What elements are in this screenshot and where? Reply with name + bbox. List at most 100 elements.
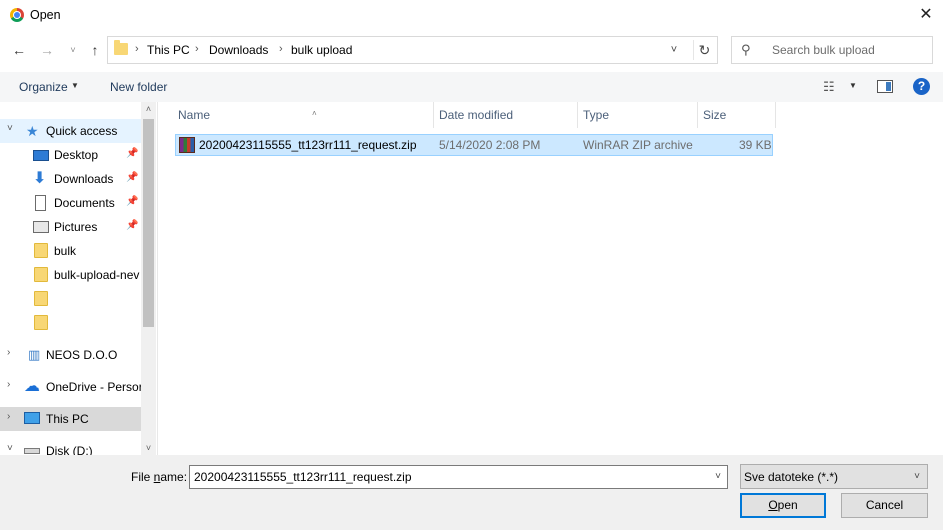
file-list[interactable]: ˄ Name Date modified Type Size 202004231… bbox=[158, 102, 943, 455]
file-name-value[interactable]: 20200423115555_tt123rr111_request.zip bbox=[194, 470, 412, 484]
breadcrumb-separator[interactable]: › bbox=[195, 43, 199, 55]
sidebar-item-folder[interactable] bbox=[0, 287, 141, 311]
new-folder-button[interactable]: New folder bbox=[110, 80, 167, 94]
file-size: 39 KB bbox=[739, 138, 772, 152]
breadcrumb-this-pc[interactable]: This PC bbox=[147, 43, 190, 57]
column-header-label: Type bbox=[583, 108, 610, 122]
dialog-footer: File name: 20200423115555_tt123rr111_req… bbox=[0, 455, 943, 530]
column-header-name[interactable]: ˄ Name bbox=[172, 102, 434, 128]
refresh-button[interactable]: ↻ bbox=[693, 40, 715, 60]
file-name-label: File name: bbox=[131, 470, 188, 484]
search-box[interactable]: ⚲ Search bulk upload bbox=[731, 36, 933, 64]
view-options-icon[interactable]: ☷ bbox=[823, 79, 835, 95]
sidebar-item-disk-d[interactable]: ˅ Disk (D:) bbox=[0, 439, 141, 455]
winrar-archive-icon bbox=[179, 137, 195, 153]
navigation-pane[interactable]: ˅ ★ Quick access Desktop 📌 ⬇ Downloads 📌… bbox=[0, 102, 156, 455]
table-row[interactable]: 20200423115555_tt123rr111_request.zip 5/… bbox=[175, 134, 773, 156]
scrollbar-thumb[interactable] bbox=[143, 119, 154, 327]
breadcrumb-downloads[interactable]: Downloads bbox=[209, 43, 268, 57]
column-header-date-modified[interactable]: Date modified bbox=[433, 102, 578, 128]
breadcrumb-separator[interactable]: › bbox=[279, 43, 283, 55]
file-date-modified: 5/14/2020 2:08 PM bbox=[439, 138, 541, 152]
sidebar-item-label: This PC bbox=[46, 412, 89, 426]
sidebar-item-pictures[interactable]: Pictures 📌 bbox=[0, 215, 141, 239]
sidebar-item-downloads[interactable]: ⬇ Downloads 📌 bbox=[0, 167, 141, 191]
scroll-down-icon[interactable]: ˅ bbox=[141, 441, 156, 455]
sidebar-item-folder[interactable] bbox=[0, 311, 141, 335]
sort-ascending-icon: ˄ bbox=[312, 109, 317, 118]
sidebar-item-onedrive[interactable]: › ☁ OneDrive - Persor bbox=[0, 375, 143, 399]
help-icon[interactable]: ? bbox=[913, 78, 930, 95]
documents-icon bbox=[35, 195, 46, 211]
breadcrumb-bulk-upload[interactable]: bulk upload bbox=[291, 43, 352, 57]
recent-locations-button[interactable]: ˅ bbox=[64, 40, 82, 60]
sidebar-item-label: Documents bbox=[54, 196, 115, 210]
file-type-value: Sve datoteke (*.*) bbox=[744, 470, 839, 484]
sidebar-item-label: Quick access bbox=[46, 124, 118, 138]
chevron-down-icon[interactable]: ˅ bbox=[709, 466, 727, 488]
folder-icon bbox=[34, 243, 48, 258]
search-input[interactable]: Search bulk upload bbox=[772, 43, 875, 57]
close-button[interactable]: ✕ bbox=[909, 0, 943, 30]
sidebar-item-label: NEOS D.O.O bbox=[46, 348, 118, 362]
sidebar-item-this-pc[interactable]: › This PC bbox=[0, 407, 141, 431]
chevron-right-icon[interactable]: › bbox=[7, 347, 10, 358]
up-button[interactable]: ↑ bbox=[86, 40, 104, 60]
chevron-down-icon[interactable]: ▼ bbox=[849, 81, 857, 90]
sidebar-item-label: Pictures bbox=[54, 220, 98, 234]
pictures-icon bbox=[33, 221, 49, 233]
disk-icon bbox=[24, 448, 40, 454]
window-title: Open bbox=[30, 8, 61, 22]
chevron-right-icon[interactable]: › bbox=[7, 379, 10, 390]
folder-icon bbox=[34, 291, 48, 306]
pin-icon: 📌 bbox=[126, 172, 139, 183]
folder-icon bbox=[34, 315, 48, 330]
preview-pane-icon[interactable] bbox=[877, 80, 893, 93]
scroll-up-icon[interactable]: ˄ bbox=[141, 102, 156, 116]
chevron-down-icon[interactable]: ˅ bbox=[7, 443, 13, 454]
address-bar[interactable]: › This PC › Downloads › bulk upload ˅ ↻ bbox=[107, 36, 718, 64]
search-icon: ⚲ bbox=[741, 42, 751, 57]
sidebar-item-label: bulk-upload-nev bbox=[54, 268, 140, 282]
sidebar-item-desktop[interactable]: Desktop 📌 bbox=[0, 143, 141, 167]
sidebar-item-bulk[interactable]: bulk bbox=[0, 239, 141, 263]
column-header-type[interactable]: Type bbox=[577, 102, 698, 128]
column-header-label: Date modified bbox=[439, 108, 514, 122]
sidebar-scrollbar[interactable]: ˄ ˅ bbox=[141, 102, 156, 455]
chevron-down-icon[interactable]: ▼ bbox=[71, 81, 79, 90]
sidebar-item-label: Desktop bbox=[54, 148, 99, 162]
onedrive-icon: ☁ bbox=[24, 378, 40, 395]
file-type-select[interactable]: Sve datoteke (*.*) ˅ bbox=[740, 464, 928, 489]
sidebar-item-neos[interactable]: › ▥ NEOS D.O.O bbox=[0, 343, 141, 367]
address-dropdown-button[interactable]: ˅ bbox=[664, 40, 684, 60]
pin-icon: 📌 bbox=[126, 196, 139, 207]
sidebar-item-label: Downloads bbox=[54, 172, 114, 186]
file-name: 20200423115555_tt123rr111_request.zip bbox=[199, 138, 417, 152]
sidebar-item-label: Disk (D:) bbox=[46, 444, 93, 455]
file-name-field[interactable]: 20200423115555_tt123rr111_request.zip ˅ bbox=[189, 465, 728, 489]
chevron-right-icon[interactable]: › bbox=[7, 411, 10, 422]
open-button[interactable]: Open bbox=[740, 493, 826, 518]
desktop-icon bbox=[33, 150, 49, 161]
organize-button[interactable]: Organize bbox=[19, 80, 68, 94]
sidebar-item-documents[interactable]: Documents 📌 bbox=[0, 191, 141, 215]
column-header-size[interactable]: Size bbox=[697, 102, 776, 128]
chevron-down-icon[interactable]: ˅ bbox=[7, 123, 13, 134]
forward-button[interactable]: → bbox=[38, 40, 56, 60]
back-button[interactable]: ← bbox=[10, 40, 28, 60]
title-bar: Open ✕ bbox=[0, 0, 943, 30]
breadcrumb-separator[interactable]: › bbox=[135, 43, 139, 55]
sidebar-item-label: bulk bbox=[54, 244, 77, 258]
chevron-down-icon[interactable]: ˅ bbox=[909, 465, 925, 488]
this-pc-icon bbox=[24, 412, 40, 424]
folder-icon bbox=[34, 267, 48, 282]
column-header-label: Size bbox=[703, 108, 727, 122]
star-icon: ★ bbox=[26, 123, 39, 139]
sidebar-item-bulk-upload-nev[interactable]: bulk-upload-nev bbox=[0, 263, 141, 287]
sidebar-item-label: OneDrive - Persor bbox=[46, 380, 143, 394]
cancel-button[interactable]: Cancel bbox=[841, 493, 928, 518]
folder-icon bbox=[114, 40, 128, 55]
downloads-icon: ⬇ bbox=[33, 170, 47, 187]
sidebar-item-quick-access[interactable]: ˅ ★ Quick access bbox=[0, 119, 141, 143]
pin-icon: 📌 bbox=[126, 148, 139, 159]
